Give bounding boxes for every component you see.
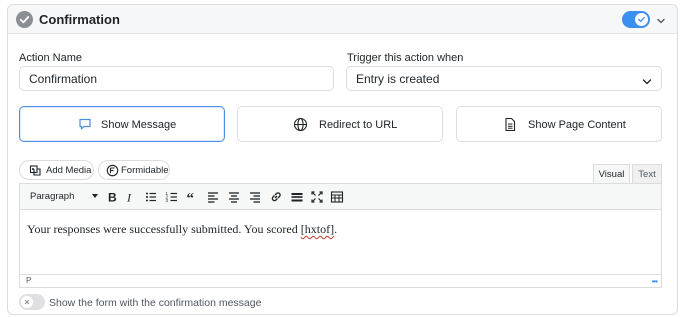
check-circle-icon bbox=[16, 11, 33, 28]
action-name-label: Action Name bbox=[19, 52, 82, 64]
bullet-list-icon[interactable] bbox=[144, 190, 158, 204]
format-select-value: Paragraph bbox=[30, 191, 75, 202]
message-editor: Paragraph B I 123 “ Your responses were … bbox=[19, 183, 662, 288]
horizontal-line-icon[interactable] bbox=[290, 190, 304, 204]
tab-text[interactable]: Text bbox=[632, 164, 662, 183]
italic-icon[interactable]: I bbox=[123, 190, 137, 205]
content-text: Your responses were successfully submitt… bbox=[27, 222, 301, 236]
toggle-knob bbox=[21, 296, 33, 308]
show-message-label: Show Message bbox=[101, 119, 177, 131]
tab-visual[interactable]: Visual bbox=[593, 164, 630, 183]
add-media-label: Add Media bbox=[46, 165, 92, 176]
redirect-to-url-label: Redirect to URL bbox=[319, 119, 398, 131]
trigger-select-value: Entry is created bbox=[356, 72, 440, 86]
link-icon[interactable] bbox=[269, 190, 283, 204]
formidable-icon bbox=[106, 164, 119, 180]
blockquote-icon[interactable]: “ bbox=[186, 190, 200, 207]
action-title: Confirmation bbox=[39, 12, 120, 27]
chevron-down-icon[interactable] bbox=[656, 14, 666, 29]
show-page-content-button[interactable]: Show Page Content bbox=[456, 106, 662, 142]
show-message-button[interactable]: Show Message bbox=[19, 106, 225, 142]
action-enabled-toggle[interactable] bbox=[622, 11, 650, 28]
trigger-select[interactable]: Entry is created bbox=[346, 66, 662, 91]
x-icon bbox=[24, 299, 30, 305]
show-form-toggle[interactable] bbox=[19, 294, 45, 310]
svg-text:B: B bbox=[108, 191, 117, 205]
editor-statusbar: P ••• bbox=[20, 274, 661, 287]
redirect-to-url-button[interactable]: Redirect to URL bbox=[237, 106, 443, 142]
show-form-label: Show the form with the confirmation mess… bbox=[49, 297, 262, 309]
bold-icon[interactable]: B bbox=[105, 190, 119, 205]
align-left-icon[interactable] bbox=[206, 190, 220, 204]
numbered-list-icon[interactable]: 123 bbox=[165, 190, 179, 204]
chevron-down-icon bbox=[642, 75, 652, 89]
svg-text:I: I bbox=[126, 191, 132, 205]
document-icon bbox=[503, 117, 517, 135]
toggle-knob bbox=[635, 13, 648, 26]
content-end: . bbox=[334, 222, 338, 236]
action-name-input[interactable]: Confirmation bbox=[19, 66, 334, 91]
confirmation-action-panel: Confirmation Action Name Confirmation Tr… bbox=[7, 4, 678, 315]
svg-text:“: “ bbox=[187, 191, 195, 204]
editor-content[interactable]: Your responses were successfully submitt… bbox=[27, 222, 337, 237]
svg-text:3: 3 bbox=[166, 198, 169, 203]
add-media-icon bbox=[29, 164, 42, 180]
speech-bubble-icon bbox=[78, 117, 92, 134]
element-path[interactable]: P bbox=[26, 276, 31, 285]
format-select[interactable]: Paragraph bbox=[26, 188, 98, 206]
toolbar-toggle-icon[interactable] bbox=[330, 190, 344, 204]
show-page-content-label: Show Page Content bbox=[528, 119, 626, 131]
globe-icon bbox=[293, 117, 308, 135]
score-shortcode: [hxtof] bbox=[300, 222, 335, 236]
editor-toolbar: Paragraph B I 123 “ bbox=[20, 184, 661, 210]
panel-header[interactable]: Confirmation bbox=[8, 5, 677, 34]
align-right-icon[interactable] bbox=[248, 190, 262, 204]
fullscreen-icon[interactable] bbox=[310, 190, 324, 204]
check-icon bbox=[638, 16, 645, 23]
formidable-button[interactable]: Formidable bbox=[98, 160, 170, 180]
align-center-icon[interactable] bbox=[227, 190, 241, 204]
resize-handle-icon[interactable]: ••• bbox=[652, 277, 658, 286]
add-media-button[interactable]: Add Media bbox=[19, 160, 94, 180]
caret-down-icon bbox=[92, 194, 98, 198]
formidable-label: Formidable bbox=[121, 165, 169, 176]
trigger-label: Trigger this action when bbox=[347, 52, 464, 64]
